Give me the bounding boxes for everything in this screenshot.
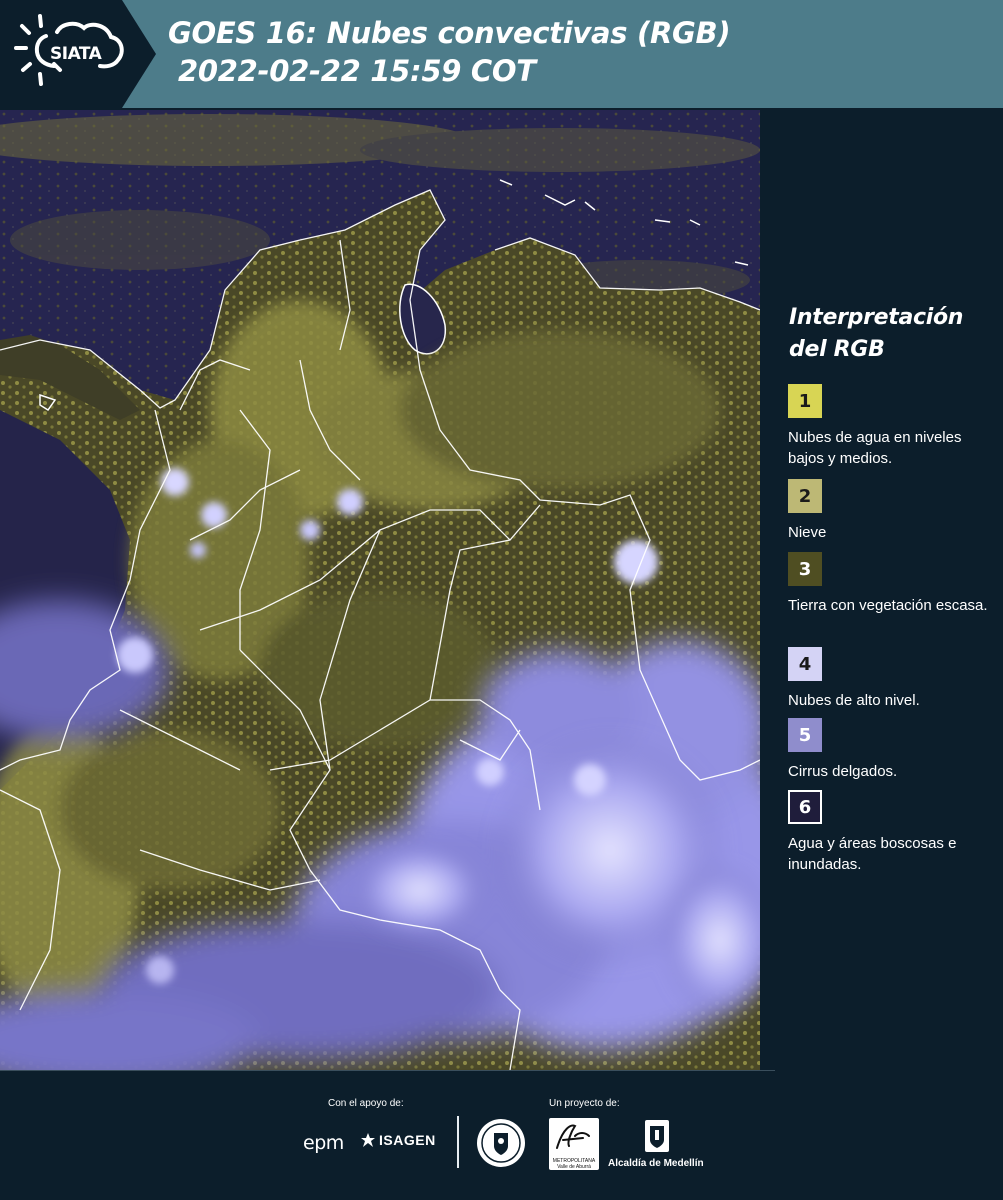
siata-logo[interactable]: SIATA [0,0,156,108]
title-line-2: 2022-02-22 15:59 COT [178,54,536,88]
legend-title: Interpretación del RGB [789,302,963,366]
legend-swatch-1: 1 [788,384,822,418]
alcaldia-label: Alcaldía de Medellín [608,1158,704,1169]
legend-label-2: Nieve [788,524,827,541]
legend-item-6: 6 Agua y áreas boscosas e inundadas. [788,790,988,875]
legend-label-6: Agua y áreas boscosas e inundadas. [788,835,957,873]
footer: Con el apoyo de: Un proyecto de: epm ISA… [0,1070,1003,1200]
footer-divider-line [0,1070,775,1071]
title-line-1: GOES 16: Nubes convectivas (RGB) [168,16,731,50]
legend-panel: Interpretación del RGB 1 Nubes de agua e… [760,110,1003,1070]
rgb-satellite-image [0,110,760,1070]
legend-swatch-4: 4 [788,647,822,681]
alcaldia-logo[interactable] [612,1118,702,1159]
legend-label-4: Nubes de alto nivel. [788,692,920,709]
legend-item-5: 5 Cirrus delgados. [788,718,988,782]
legend-swatch-5: 5 [788,718,822,752]
footer-separator [457,1116,459,1168]
satellite-map[interactable] [0,110,760,1070]
isagen-logo[interactable]: ISAGEN [360,1132,436,1148]
legend-item-1: 1 Nubes de agua en niveles bajos y medio… [788,384,988,469]
legend-swatch-6: 6 [788,790,822,824]
project-label: Un proyecto de: [549,1098,620,1109]
legend-item-2: 2 Nieve [788,479,988,543]
legend-title-line-1: Interpretación [789,305,964,330]
medellin-seal-icon[interactable] [476,1118,526,1168]
epm-logo[interactable]: epm [303,1132,344,1154]
area-logo-text: METROPOLITANA Valle de Aburrá [552,1158,596,1170]
legend-label-3: Tierra con vegetación escasa. [788,597,988,614]
page-title: GOES 16: Nubes convectivas (RGB) 2022-02… [168,14,731,90]
logo-text: SIATA [50,44,102,64]
alcaldia-crest-icon [645,1120,669,1152]
legend-item-4: 4 Nubes de alto nivel. [788,647,988,711]
support-label: Con el apoyo de: [328,1098,404,1109]
isagen-label: ISAGEN [379,1132,436,1148]
legend-label-5: Cirrus delgados. [788,763,898,780]
isagen-icon [361,1133,375,1147]
legend-title-line-2: del RGB [789,337,885,362]
legend-item-3: 3 Tierra con vegetación escasa. [788,552,988,616]
legend-label-1: Nubes de agua en niveles bajos y medios. [788,429,962,467]
header-bar: SIATA GOES 16: Nubes convectivas (RGB) 2… [0,0,1003,108]
legend-swatch-3: 3 [788,552,822,586]
legend-swatch-2: 2 [788,479,822,513]
area-script-icon [556,1124,590,1149]
